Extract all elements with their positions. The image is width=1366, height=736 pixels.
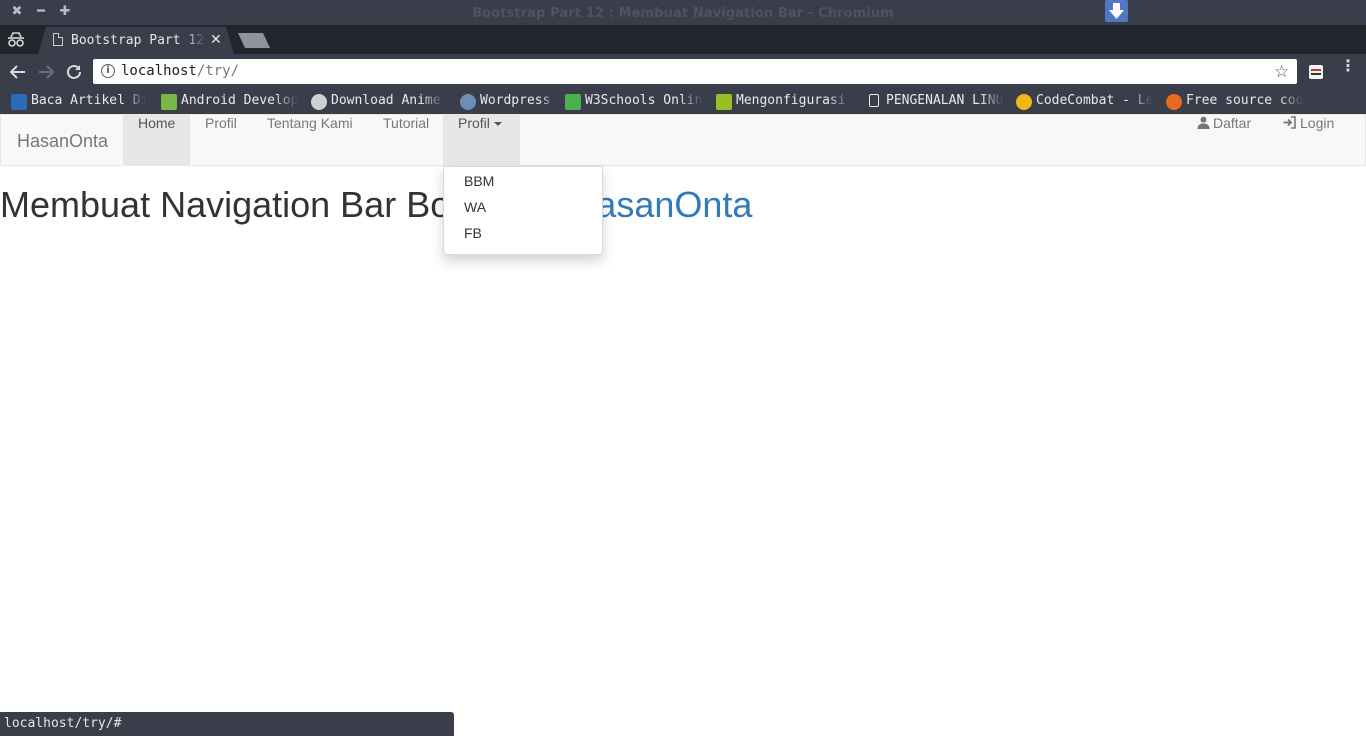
bookmark-label: W3Schools Online xyxy=(585,93,703,108)
user-icon xyxy=(1197,116,1210,129)
profil-dropdown-menu: BBM WA FB xyxy=(443,166,603,255)
nav-dropdown-toggle[interactable]: Profil xyxy=(443,115,520,165)
site-info-icon[interactable]: i xyxy=(101,64,115,78)
url-host: localhost xyxy=(121,63,197,79)
bookmark-item[interactable]: Wordpress xyxy=(460,92,556,111)
window-titlebar: ✖ ━ ✚ Bootstrap Part 12 : Membuat Naviga… xyxy=(0,0,1366,25)
bookmark-item[interactable]: Baca Artikel Di xyxy=(11,92,146,111)
bookmark-label: Download Anime xyxy=(331,93,441,108)
browser-toolbar: i localhost/try/ ☆ ⋮ xyxy=(0,54,1366,89)
tab-title: Bootstrap Part 12 : Membuat Navigation B… xyxy=(71,33,205,48)
navbar-brand[interactable]: HasanOnta xyxy=(2,115,123,165)
nav-item-daftar[interactable]: Daftar xyxy=(1182,115,1266,165)
bookmark-star-icon[interactable]: ☆ xyxy=(1274,62,1289,82)
forward-arrow-icon[interactable] xyxy=(36,62,56,82)
dropdown-item-bbm[interactable]: BBM xyxy=(444,173,602,199)
dropdown-item-fb[interactable]: FB xyxy=(444,225,602,251)
daftar-label: Daftar xyxy=(1213,115,1252,131)
nav-item-profil[interactable]: Profil xyxy=(190,115,252,165)
nav-item-home[interactable]: Home xyxy=(123,115,191,165)
source-icon xyxy=(1166,94,1182,110)
wordpress-icon xyxy=(460,94,476,110)
new-tab-button[interactable] xyxy=(238,33,270,48)
nav-item-tutorial[interactable]: Tutorial xyxy=(368,115,444,165)
tab-active[interactable]: Bootstrap Part 12 : Membuat Navigation B… xyxy=(38,27,234,54)
extension-icon[interactable] xyxy=(1309,65,1323,79)
window-title: Bootstrap Part 12 : Membuat Navigation B… xyxy=(472,6,894,21)
navbar: HasanOnta Home Profil Tentang Kami Tutor… xyxy=(0,114,1366,166)
bookmark-label: CodeCombat - Le xyxy=(1036,93,1153,108)
address-bar[interactable]: i localhost/try/ ☆ xyxy=(93,59,1297,84)
w3-icon xyxy=(565,94,581,110)
tp-icon xyxy=(161,94,177,110)
back-arrow-icon[interactable] xyxy=(8,62,28,82)
url-path: /try/ xyxy=(196,63,240,79)
status-bubble: localhost/try/# xyxy=(0,712,454,736)
incognito-icon xyxy=(8,32,24,47)
nav-item-login[interactable]: Login xyxy=(1268,115,1349,165)
caret-down-icon xyxy=(493,122,502,127)
page-icon xyxy=(53,33,63,46)
page-heading: Membuat Navigation Bar Bootstrap HasanOn… xyxy=(0,184,752,226)
reload-icon[interactable] xyxy=(64,62,84,82)
bookmark-item[interactable]: CodeCombat - Le xyxy=(1016,92,1153,111)
bookmark-item[interactable]: PENGENALAN LINUX xyxy=(866,92,1004,111)
blog-icon xyxy=(11,94,27,110)
bookmark-item[interactable]: Download Anime xyxy=(311,92,444,111)
bookmark-item[interactable]: Android Develop xyxy=(161,92,298,111)
page-icon xyxy=(869,94,879,107)
page-viewport: HasanOnta Home Profil Tentang Kami Tutor… xyxy=(0,114,1366,736)
bookmark-item[interactable]: W3Schools Online xyxy=(565,92,703,111)
log-in-icon xyxy=(1283,116,1296,129)
android-icon xyxy=(716,94,732,110)
dropdown-label: Profil xyxy=(458,115,490,131)
bookmarks-bar: Baca Artikel Di Android Develop Download… xyxy=(0,89,1366,114)
tab-strip: Bootstrap Part 12 : Membuat Navigation B… xyxy=(0,25,1366,54)
bookmark-item[interactable]: Free source code xyxy=(1166,92,1303,111)
bookmark-label: Mengonfigurasi xyxy=(736,93,846,108)
tab-close-icon[interactable]: ✕ xyxy=(210,32,222,48)
bookmark-label: Free source code xyxy=(1186,93,1303,108)
dropdown-item-wa[interactable]: WA xyxy=(444,199,602,225)
bookmark-item[interactable]: Mengonfigurasi xyxy=(716,92,851,111)
nav-item-tentang-kami[interactable]: Tentang Kami xyxy=(252,115,368,165)
mask-icon xyxy=(311,94,327,110)
url-text: localhost/try/ xyxy=(121,63,239,79)
bookmark-label: Android Develop xyxy=(181,93,298,108)
bookmark-label: Wordpress xyxy=(480,93,551,108)
bookmark-label: PENGENALAN LINUX xyxy=(886,93,1004,108)
download-arrow-icon xyxy=(1105,0,1128,22)
browser-menu-icon[interactable]: ⋮ xyxy=(1340,58,1356,81)
bookmark-label: Baca Artikel Di xyxy=(31,93,146,108)
codecombat-icon xyxy=(1016,94,1032,110)
login-label: Login xyxy=(1300,115,1335,131)
status-url: localhost/try/# xyxy=(4,716,122,731)
